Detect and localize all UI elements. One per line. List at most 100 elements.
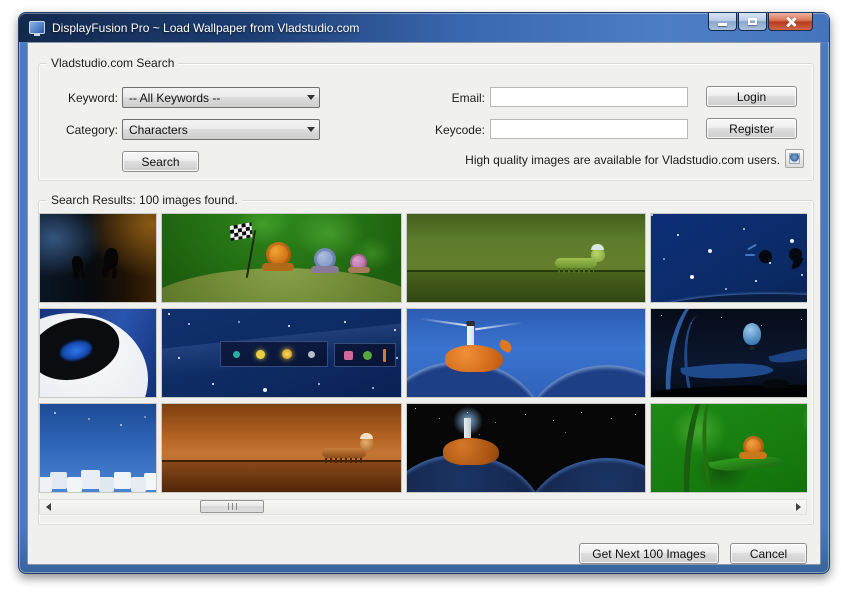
scrollbar-thumb[interactable] <box>200 500 264 513</box>
maximize-icon <box>748 18 757 25</box>
caption-buttons <box>708 13 813 31</box>
caterpillar-cap <box>591 244 604 250</box>
search-group-label: Vladstudio.com Search <box>47 56 178 70</box>
dialog-window: DisplayFusion Pro ~ Load Wallpaper from … <box>18 12 830 574</box>
wallpaper-thumbnail-space-shelves[interactable] <box>161 308 402 398</box>
wallpaper-thumbnail-night-balloon-plant[interactable] <box>650 308 807 398</box>
floating-shelf <box>220 341 328 367</box>
keyword-label: Keyword: <box>56 91 118 105</box>
thumbnail-row <box>39 308 807 398</box>
snail-body <box>348 267 370 273</box>
stars <box>415 408 416 409</box>
caterpillar-body <box>555 258 597 268</box>
whale-tail <box>497 339 513 354</box>
ground-shade <box>162 462 401 493</box>
scroll-left-button[interactable] <box>40 500 56 514</box>
wallpaper-thumbnail-starry-punctuation[interactable] <box>650 213 807 303</box>
close-button[interactable] <box>768 13 813 31</box>
caterpillar-body <box>322 448 366 458</box>
register-button[interactable]: Register <box>706 118 797 139</box>
thumbnail-row <box>39 403 807 493</box>
light-beam <box>475 322 523 331</box>
scroll-right-button[interactable] <box>790 500 806 514</box>
wallpaper-thumbnail-snail-race[interactable] <box>161 213 402 303</box>
comma-character <box>789 248 802 261</box>
wallpaper-thumbnail-eve-robot[interactable] <box>39 308 157 398</box>
wallpaper-thumbnail-green-caterpillar[interactable] <box>406 213 646 303</box>
category-dropdown[interactable]: Characters <box>122 119 320 140</box>
dark-horizon-arc <box>650 294 807 303</box>
minimize-icon <box>718 23 727 26</box>
wallpaper-thumbnail-orange-caterpillar[interactable] <box>161 403 402 493</box>
thumbnail-grid <box>39 213 807 493</box>
lighthouse <box>464 418 471 438</box>
shelf-item <box>256 350 265 359</box>
email-field[interactable] <box>490 87 688 107</box>
eyelash-stroke <box>745 254 755 256</box>
wallpaper-thumbnail-whale-lighthouse-day[interactable] <box>406 308 646 398</box>
thumbnail-row <box>39 213 807 303</box>
close-icon <box>786 17 796 27</box>
keyword-dropdown[interactable]: -- All Keywords -- <box>122 87 320 108</box>
cloud-puffs <box>40 404 41 405</box>
ground-shade <box>407 272 645 303</box>
checkered-flag <box>230 222 253 241</box>
snail-body <box>311 266 339 273</box>
stars <box>168 313 170 315</box>
wave-hill <box>521 458 646 493</box>
light-beam <box>419 318 467 327</box>
arrow-left-icon <box>46 503 51 511</box>
grip-icon <box>228 503 237 510</box>
ant-silhouette <box>103 247 119 269</box>
category-selected-value: Characters <box>123 123 302 137</box>
stars <box>651 214 653 216</box>
orange-whale <box>443 438 499 465</box>
keycode-label: Keycode: <box>425 123 485 137</box>
hot-air-balloon <box>743 323 761 345</box>
window-title: DisplayFusion Pro ~ Load Wallpaper from … <box>52 21 359 35</box>
ant-silhouette <box>71 255 84 272</box>
caterpillar-head <box>360 437 374 451</box>
plant-leaf <box>768 342 807 369</box>
shelf-item <box>233 351 240 358</box>
get-next-100-images-button[interactable]: Get Next 100 Images <box>579 543 719 564</box>
shelf-item <box>363 351 372 360</box>
wallpaper-thumbnail-snail-on-leaf[interactable] <box>650 403 807 493</box>
login-button[interactable]: Login <box>706 86 797 107</box>
snail-body <box>739 452 767 459</box>
stars <box>661 315 662 316</box>
horizontal-scrollbar[interactable] <box>39 499 807 515</box>
minimize-button[interactable] <box>708 13 737 31</box>
displayfusion-monitor-icon <box>29 21 45 34</box>
email-label: Email: <box>435 91 485 105</box>
wallpaper-thumbnail-ants-silhouette[interactable] <box>39 213 157 303</box>
grass-hill <box>161 268 402 303</box>
arrow-right-icon <box>796 503 801 511</box>
lighthouse <box>467 325 474 345</box>
category-label: Category: <box>56 123 118 137</box>
shelf-item-bulb <box>282 349 292 359</box>
eyelash-stroke <box>747 244 757 251</box>
snail-body <box>262 263 294 271</box>
period-character <box>759 250 772 263</box>
keycode-field[interactable] <box>490 119 688 139</box>
search-button[interactable]: Search <box>122 151 199 172</box>
wallpaper-thumbnail-cloud-tops[interactable] <box>39 403 157 493</box>
floating-shelf <box>334 343 396 367</box>
wallpaper-thumbnail-whale-lighthouse-night[interactable] <box>406 403 646 493</box>
vladstudio-user-button[interactable] <box>785 149 804 168</box>
caterpillar-cap <box>360 433 373 439</box>
cancel-button[interactable]: Cancel <box>730 543 807 564</box>
shelf-item <box>383 349 386 362</box>
keyword-selected-value: -- All Keywords -- <box>123 91 302 105</box>
shelf-item <box>308 351 315 358</box>
shelf-item <box>344 351 353 360</box>
maximize-button[interactable] <box>738 13 767 31</box>
chevron-down-icon <box>302 127 319 132</box>
stars <box>54 412 56 414</box>
chevron-down-icon <box>302 95 319 100</box>
picture-icon <box>789 153 800 164</box>
bush-silhouette <box>763 379 789 388</box>
lighthouse-top <box>466 321 475 326</box>
orange-whale <box>445 345 503 372</box>
